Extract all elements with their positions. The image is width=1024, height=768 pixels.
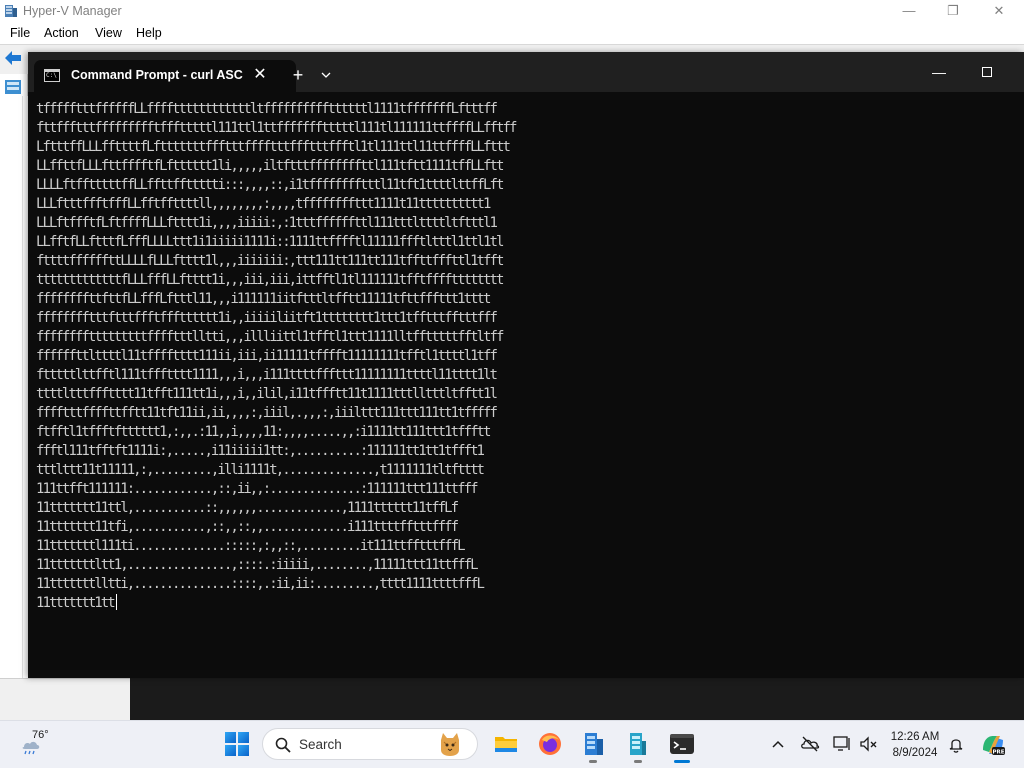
terminal-output-line: 11tttttttlltti,...............::::,.:ii,… (36, 576, 485, 592)
terminal-output-line: LftttffLLLffttttfLftttttttffftttfffftttf… (36, 139, 511, 155)
hyperv-dark-area (130, 678, 1024, 720)
file-explorer-icon[interactable] (493, 731, 519, 757)
hyperv-minimize-button[interactable]: — (886, 0, 932, 22)
terminal-output-line: fffffffftttttttttfffftttlltti,,,illliitt… (36, 329, 504, 345)
speaker-muted-icon[interactable] (858, 734, 878, 754)
terminal-output-line: 11ttttttt11ttl,...........::,,,,,,......… (36, 500, 459, 516)
terminal-minimize-button[interactable]: — (916, 57, 962, 87)
hyperv-manager-running-indicator (634, 760, 642, 763)
hyperv-manager-taskbar-icon[interactable] (625, 731, 651, 757)
maximize-icon (982, 67, 992, 77)
terminal-output-line: LLLftffftfLftffffLLLftttt1i,,,,iiiii:,:1… (36, 215, 498, 231)
terminal-maximize-button[interactable] (964, 57, 1010, 87)
hyperv-title: Hyper-V Manager (23, 4, 122, 18)
terminal-output-line: ffffffttlttttl11tfffftttt111ii,iii,ii111… (36, 348, 498, 364)
terminal-output-line: fttttffffffttLLLLfLLLftttt1l,,,iiiiiii:,… (36, 253, 504, 269)
terminal-output-line: 11ttttttt1tt (36, 595, 116, 611)
terminal-output-line: fffftttffffttfftt11tft11ii,ii,,,,:,iiil,… (36, 405, 498, 421)
terminal-output-line: LLffttfLLLfttfffftfLftttttt1li,,,,,iltft… (36, 158, 504, 174)
weather-temperature: 76° (32, 729, 49, 741)
windows-start-icon[interactable] (225, 732, 249, 756)
firefox-icon[interactable] (537, 731, 563, 757)
terminal-cursor (115, 594, 117, 610)
copilot-pre-icon[interactable]: PRE (980, 732, 1006, 758)
svg-text:PRE: PRE (992, 749, 1004, 755)
hyperv-taskbar-icon[interactable] (581, 731, 607, 757)
menu-view[interactable]: View (95, 26, 122, 40)
terminal-output-line: 11tttttttl111ti..............:::::,:,,::… (36, 538, 466, 554)
terminal-taskbar-icon[interactable] (669, 731, 695, 757)
menu-help[interactable]: Help (136, 26, 162, 40)
terminal-output-line: 111ttfft111111:............,::,ii,,:....… (36, 481, 479, 497)
terminal-output-line: tttlttt11t11111,:,.........,illi1111t,..… (36, 462, 485, 478)
hyperv-running-indicator (589, 760, 597, 763)
terminal-output-line: LLLLftfftttttffLLffttffttttti:::,,,,::,i… (36, 177, 504, 193)
taskbar-search-box[interactable]: Search (262, 728, 478, 760)
search-placeholder: Search (299, 737, 342, 752)
menu-action[interactable]: Action (44, 26, 79, 40)
hyperv-app-icon (5, 5, 17, 17)
command-prompt-window: C:\ Command Prompt - curl ASC ✕ + — tfff… (28, 52, 1024, 678)
notification-bell-icon[interactable] (946, 734, 966, 754)
server-tree-icon[interactable] (5, 80, 21, 94)
search-icon (275, 737, 291, 753)
terminal-output-line: ffffffffttfttfLLfffLftttl11,,,i111111iit… (36, 291, 491, 307)
cmd-icon: C:\ (44, 69, 60, 82)
terminal-output-line: LLfftfLLftttfLfffLLLLttt1i1iiiii1111i::1… (36, 234, 504, 250)
tab-title: Command Prompt - curl ASC (71, 68, 243, 82)
network-monitor-icon[interactable] (832, 734, 852, 754)
taskbar-clock[interactable]: 12:26 AM 8/9/2024 (880, 729, 950, 761)
terminal-output-line: fffffffftttftttffftffftttttt1i,,iiiiilii… (36, 310, 498, 326)
terminal-output-line: 11tttttttltt1,................,::::.:iii… (36, 557, 479, 573)
menu-file[interactable]: File (10, 26, 30, 40)
terminal-output-line: 11ttttttt11tfi,...........,::,,::,,.....… (36, 519, 459, 535)
terminal-tabstrip[interactable]: C:\ Command Prompt - curl ASC ✕ + — (28, 52, 1024, 92)
search-highlight-cat-icon (441, 733, 459, 756)
terminal-active-indicator (674, 760, 690, 763)
terminal-output[interactable]: tffffftttffffffLLffffttttttttttttltfffff… (36, 100, 676, 620)
new-tab-button[interactable]: + (284, 62, 312, 88)
clock-time: 12:26 AM (890, 731, 940, 743)
hyperv-restore-button[interactable]: ❐ (930, 0, 976, 22)
back-arrow-icon[interactable] (4, 50, 22, 66)
terminal-output-line: fttffftttffffffffftffftttttl111ttl1ttfff… (36, 120, 517, 136)
hyperv-menubar: File Action View Help (0, 23, 1024, 44)
terminal-prompt-line: 11ttttttt1tt (36, 594, 676, 613)
tab-command-prompt[interactable]: C:\ Command Prompt - curl ASC ✕ (34, 60, 296, 92)
terminal-output-line: ttttltttffftttt11tfft111tt1i,,,i,,ilil,i… (36, 386, 498, 402)
hyperv-titlebar[interactable]: Hyper-V Manager — ❐ ✕ (0, 0, 1024, 22)
terminal-output-line: tffffftttffffffLLffffttttttttttttltfffff… (36, 101, 498, 117)
terminal-output-line: tttttttttttttfLLLfffLLftttt1i,,,iii,iii,… (36, 272, 504, 288)
terminal-output-line: ftttttlttfftl111tffftttt1111,,,i,,,i111t… (36, 367, 498, 383)
tab-dropdown-chevron-down-icon[interactable] (314, 62, 338, 88)
hyperv-close-button[interactable]: ✕ (976, 0, 1022, 22)
onedrive-cloud-icon[interactable] (800, 734, 820, 754)
hyperv-bottom-panel (0, 678, 130, 720)
tray-overflow-chevron-up-icon[interactable] (768, 734, 788, 754)
tab-close-icon[interactable]: ✕ (248, 63, 272, 87)
terminal-output-line: LLLftttffftfffLLfftffttttll,,,,,,,,:,,,,… (36, 196, 491, 212)
clock-date: 8/9/2024 (892, 747, 938, 759)
terminal-output-line: ftfftl1tffftftttttt1,:,,.:11,,i,,,,11:,,… (36, 424, 491, 440)
terminal-output-line: ffftl111tfftft1111i:,.....,i11iiiii1tt:,… (36, 443, 485, 459)
